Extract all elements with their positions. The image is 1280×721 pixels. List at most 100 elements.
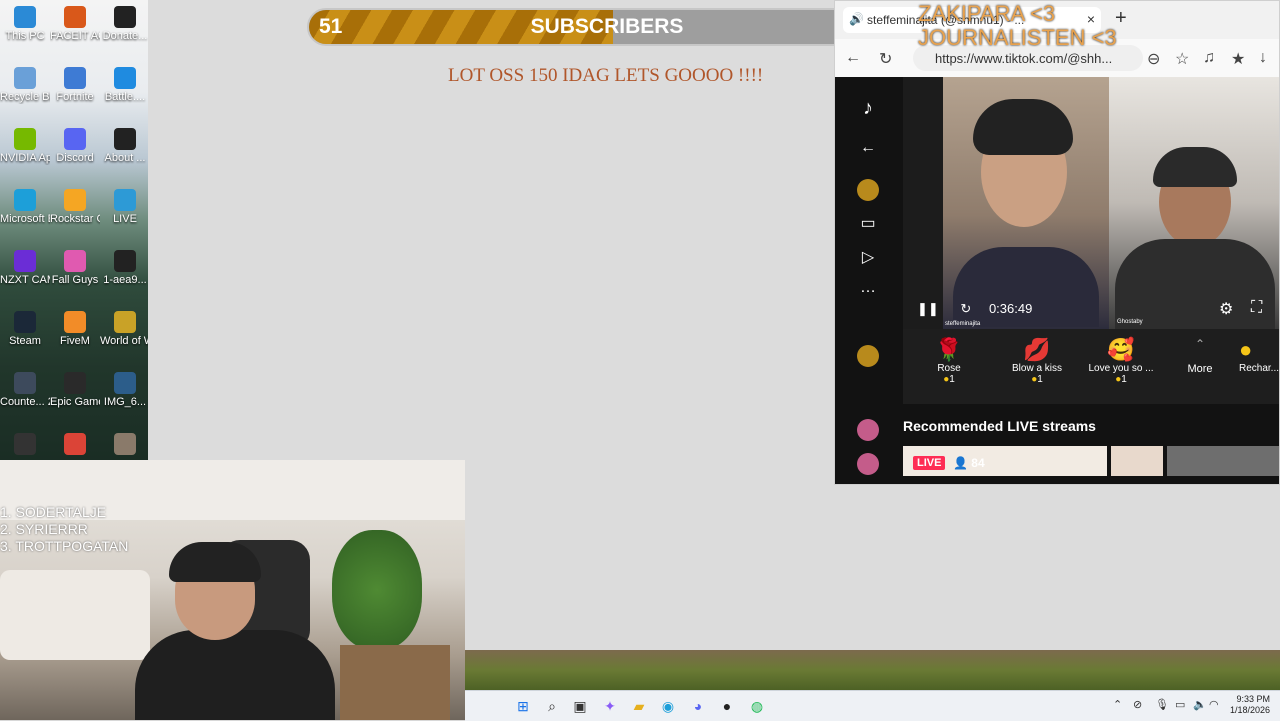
desktop-icon-label: Donate... xyxy=(102,30,148,42)
live-video[interactable]: ❚❚ ↻ 0:36:49 steffeminajita Ghostaby ⚙ ⛶ xyxy=(903,77,1279,329)
video-camera-icon[interactable]: ▭ xyxy=(857,213,879,235)
url-text: https://www.tiktok.com/@shh... xyxy=(935,51,1113,66)
live-timer: 0:36:49 xyxy=(988,301,1033,316)
desktop-icon[interactable]: Fall Guys xyxy=(50,250,100,287)
overlay-title-line1: ZAKIPARA <3 xyxy=(918,1,1056,26)
desktop-icon[interactable]: Counte... 2 xyxy=(0,372,50,409)
microphone-icon[interactable]: 🎙 xyxy=(1155,698,1169,711)
desktop-wallpaper: This PC FACEIT ACDonate... Recycle Bin Fort… xyxy=(0,0,148,460)
desktop-icon[interactable]: Microsoft Edge xyxy=(0,189,50,226)
clock[interactable]: 9:33 PM 1/18/2026 xyxy=(1230,694,1270,716)
desktop-icon[interactable]: About ... xyxy=(100,128,148,165)
favorites-icon[interactable]: ★ xyxy=(1231,49,1245,69)
heart-face-icon: 🥰 xyxy=(1107,337,1135,362)
zoom-icon[interactable]: ⊖ xyxy=(1147,49,1160,69)
desktop-icon[interactable]: LIVE xyxy=(100,189,148,226)
monitor-icon[interactable]: ▭ xyxy=(1175,698,1185,711)
tiktok-sidebar: ♪ ← ▭ ▷ … xyxy=(835,77,903,484)
desktop-icon[interactable]: FiveM xyxy=(50,311,100,348)
refresh-icon[interactable]: ↻ xyxy=(879,49,892,69)
file-explorer-icon[interactable]: ▰ xyxy=(629,696,649,716)
ranking-item: 2. SYRIERRR xyxy=(0,521,88,537)
download-icon[interactable]: ↓ xyxy=(1259,49,1267,67)
desktop-icon[interactable]: Epic Games ... xyxy=(50,372,100,409)
tiktok-live-panel: ❚❚ ↻ 0:36:49 steffeminajita Ghostaby ⚙ ⛶… xyxy=(903,77,1279,484)
desktop-icon[interactable]: Recycle Bin xyxy=(0,67,50,104)
desktop-icon[interactable]: NVIDIA App xyxy=(0,128,50,165)
desktop-icon[interactable]: IMG_6... xyxy=(100,372,148,409)
volume-icon[interactable]: 🔈 xyxy=(1193,698,1207,711)
desktop-icon[interactable]: Steam xyxy=(0,311,50,348)
avatar[interactable] xyxy=(857,453,879,475)
gift-name: Rose xyxy=(937,363,961,374)
app-icon xyxy=(64,128,86,150)
more-dots-icon[interactable]: … xyxy=(857,279,879,301)
desktop-icon[interactable]: NZXT CAM xyxy=(0,250,50,287)
speaker-icon[interactable]: 🔊 xyxy=(849,12,864,26)
desktop-icon[interactable]: 1-aea9... xyxy=(100,250,148,287)
app-icon xyxy=(14,128,36,150)
desktop-icon[interactable]: FACEIT AC xyxy=(50,6,100,43)
desktop-icon[interactable] xyxy=(100,433,148,457)
subscriber-current-count: 51 xyxy=(319,15,343,38)
network-off-icon[interactable]: ⊘ xyxy=(1133,698,1142,711)
gift-price: 1 xyxy=(1037,374,1043,385)
avatar[interactable] xyxy=(857,345,879,367)
task-view-icon[interactable]: ▣ xyxy=(570,696,590,716)
goal-message: LOT OSS 150 IDAG LETS GOOOO !!!! xyxy=(448,65,764,86)
app-icon xyxy=(14,433,36,455)
desktop-icon-label: Steam xyxy=(9,335,41,347)
desktop-icon-label: NVIDIA App xyxy=(0,152,50,164)
obs-icon[interactable]: ● xyxy=(717,696,737,716)
desktop-icon-label: World of Warcraft xyxy=(100,335,148,347)
chevron-up-icon[interactable]: ⌃ xyxy=(1113,698,1122,711)
reload-icon[interactable]: ↻ xyxy=(960,301,971,316)
edge-icon[interactable]: ◉ xyxy=(658,696,678,716)
desktop-icon[interactable]: Rockstar Games ... xyxy=(50,189,100,226)
desktop-icon-label: LIVE xyxy=(113,213,137,225)
tiktok-logo-icon[interactable]: ♪ xyxy=(857,97,879,119)
avatar[interactable] xyxy=(857,419,879,441)
recommended-card[interactable] xyxy=(1167,446,1279,476)
windows-start-icon[interactable]: ⊞ xyxy=(513,696,533,716)
gift-price: 1 xyxy=(949,374,955,385)
copilot-icon[interactable]: ✦ xyxy=(600,696,620,716)
gift-blow-a-kiss[interactable]: 💋 Blow a kiss ●1 xyxy=(997,337,1077,385)
discord-icon[interactable]: ◕ xyxy=(688,696,708,716)
settings-icon[interactable]: ⚙ xyxy=(1219,299,1233,319)
ranking-item: 3. TROTTPOGATAN xyxy=(0,538,129,554)
search-icon[interactable]: ⌕ xyxy=(542,696,562,716)
more-gifts-button[interactable]: ⌃ More xyxy=(1160,337,1240,375)
app-icon xyxy=(64,433,86,455)
desktop-icon[interactable]: Fortnite xyxy=(50,67,100,104)
play-icon[interactable]: ▷ xyxy=(857,247,879,269)
wifi-icon[interactable]: ◠ xyxy=(1209,698,1219,711)
browser-window[interactable]: 🔊 steffeminajita (@shmnu1) - ... × + ← ↻… xyxy=(834,0,1280,485)
recharge-button[interactable]: ● Rechar... xyxy=(1239,337,1279,374)
spotify-icon[interactable]: ◍ xyxy=(747,696,767,716)
video-controls: ❚❚ ↻ 0:36:49 xyxy=(917,301,1032,317)
recommended-card[interactable] xyxy=(1111,446,1163,476)
chevron-up-icon: ⌃ xyxy=(1194,337,1206,351)
avatar[interactable] xyxy=(857,179,879,201)
gift-love-you-so[interactable]: 🥰 Love you so ... ●1 xyxy=(1081,337,1161,385)
media-icon[interactable]: ♫ xyxy=(1203,49,1215,67)
desktop-icon[interactable]: This PC xyxy=(0,6,50,43)
desktop-icon[interactable] xyxy=(50,433,100,457)
back-icon[interactable]: ← xyxy=(857,139,879,161)
gift-rose[interactable]: 🌹 Rose ●1 xyxy=(909,337,989,385)
back-arrow-icon[interactable]: ← xyxy=(845,49,861,67)
desktop-icon[interactable] xyxy=(0,433,50,457)
desktop-icon[interactable]: Donate... xyxy=(100,6,148,43)
desktop-icon[interactable]: World of Warcraft xyxy=(100,311,148,348)
favorite-star-icon[interactable]: ☆ xyxy=(1175,49,1189,69)
viewer-count-value: 84 xyxy=(971,456,985,470)
desktop-icon-label: FiveM xyxy=(60,335,90,347)
pause-icon[interactable]: ❚❚ xyxy=(917,301,939,316)
clock-time: 9:33 PM xyxy=(1236,694,1270,704)
fullscreen-icon[interactable]: ⛶ xyxy=(1251,299,1262,317)
desktop-icon[interactable]: Battle.... xyxy=(100,67,148,104)
app-icon xyxy=(114,250,136,272)
desktop-icon-label: Counte... 2 xyxy=(0,396,50,408)
desktop-icon[interactable]: Discord xyxy=(50,128,100,165)
